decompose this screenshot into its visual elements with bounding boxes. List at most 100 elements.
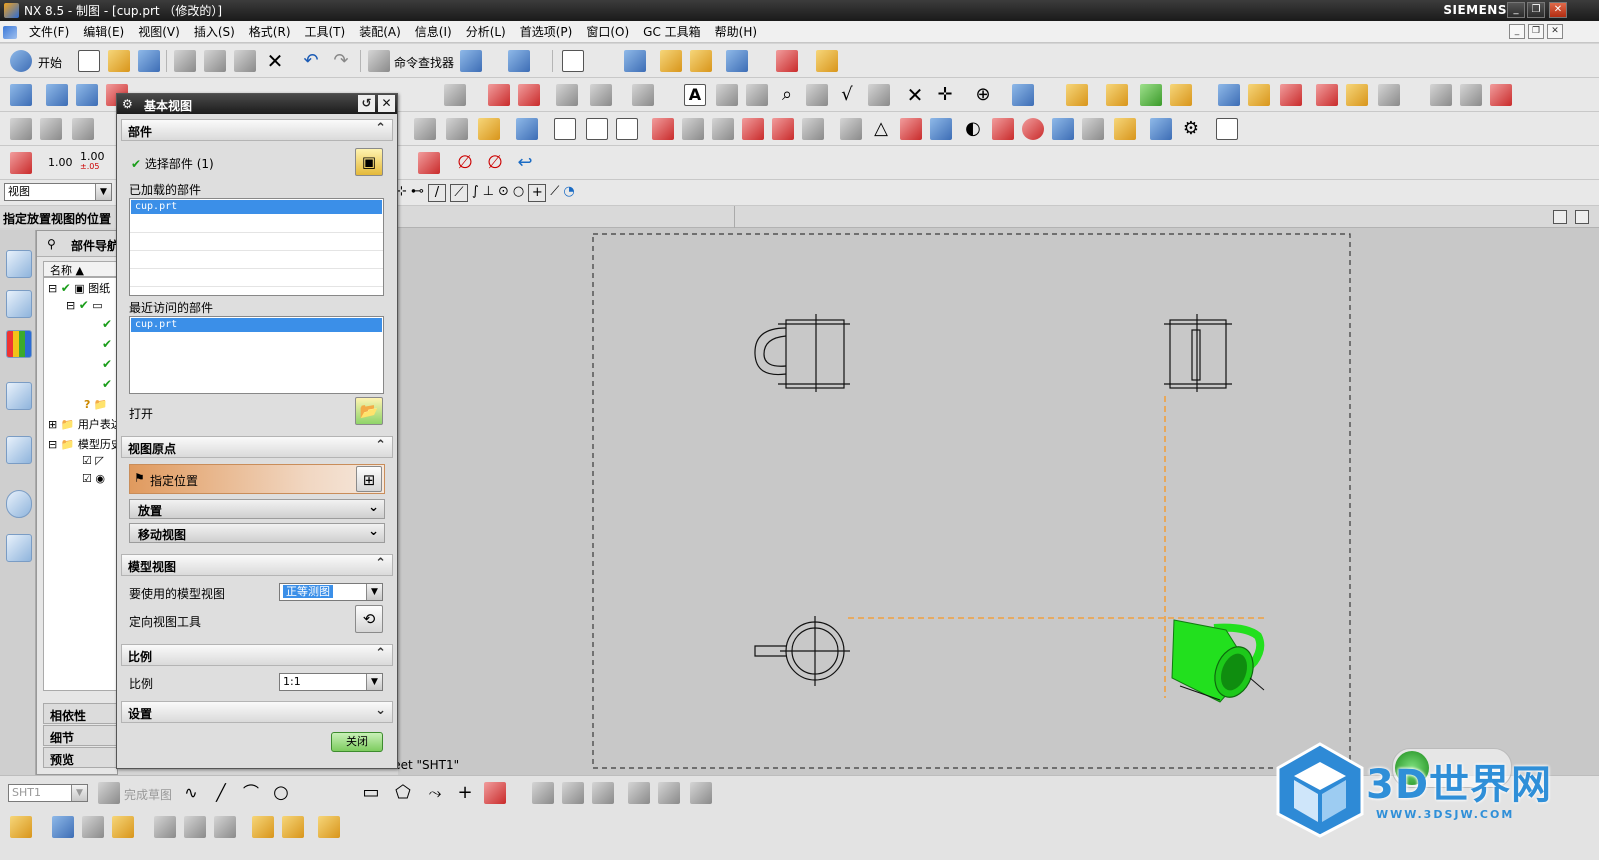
tree-node-drawing[interactable]: ⊟ ✔ ▣ 图纸	[48, 280, 110, 298]
solid-icon[interactable]	[1346, 84, 1368, 106]
offset-curve-icon[interactable]	[484, 782, 506, 804]
table-grid-icon[interactable]	[900, 118, 922, 140]
window-icon[interactable]	[460, 50, 482, 72]
sheet-select[interactable]: SHT1 ▼	[8, 784, 88, 802]
command-finder-label[interactable]: 命令查找器	[394, 54, 454, 71]
move-component-icon[interactable]	[154, 816, 176, 838]
snap-midpoint-icon[interactable]: ⊷	[411, 184, 424, 202]
scale-select[interactable]: 1:1 ▼	[279, 673, 383, 691]
text-style-icon[interactable]	[1218, 84, 1240, 106]
menu-item-3[interactable]: 插入(S)	[187, 24, 242, 40]
menu-item-8[interactable]: 分析(L)	[459, 24, 513, 40]
sequence-icon[interactable]	[214, 816, 236, 838]
name-column-header[interactable]: 名称 ▲	[43, 261, 117, 277]
component-icon[interactable]	[52, 816, 74, 838]
specify-location-row[interactable]: ⚑ 指定位置 ⊞	[129, 464, 385, 494]
break-view-icon[interactable]	[518, 84, 540, 106]
restore-button[interactable]: ❐	[1527, 2, 1545, 18]
copy-icon[interactable]	[204, 50, 226, 72]
section-view-icon[interactable]	[444, 84, 466, 106]
snap-intersection-icon[interactable]: +	[528, 184, 547, 202]
canvas-layout-icon[interactable]	[1553, 210, 1567, 224]
abc-icon[interactable]	[802, 118, 824, 140]
tree-node-view4[interactable]: ✔	[102, 378, 112, 396]
tolerance-icon[interactable]	[712, 118, 734, 140]
datum-icon[interactable]	[746, 84, 768, 106]
history-icon[interactable]	[6, 436, 32, 464]
check-mark-icon[interactable]: √	[836, 84, 858, 106]
axis-icon[interactable]	[840, 118, 862, 140]
ordinate-icon[interactable]	[414, 118, 436, 140]
recent-part-item[interactable]: cup.prt	[131, 318, 382, 332]
preview-panel[interactable]: 预览	[43, 747, 117, 768]
doc-close-button[interactable]: ✕	[1547, 24, 1563, 39]
binoculars-icon[interactable]	[368, 50, 390, 72]
layer-icon[interactable]	[624, 50, 646, 72]
refresh-icon[interactable]	[1022, 118, 1044, 140]
snap-pointer-icon[interactable]: ◔	[563, 184, 574, 202]
wave-icon[interactable]	[1216, 118, 1238, 140]
drafting-view-icon[interactable]	[46, 84, 68, 106]
menu-item-7[interactable]: 信息(I)	[408, 24, 459, 40]
section-part[interactable]: 部件 ⌃	[121, 119, 393, 141]
layers-icon[interactable]	[40, 118, 62, 140]
dependencies-panel[interactable]: 相依性	[43, 703, 117, 724]
tree-node-feature1[interactable]: ☑ ◸	[82, 454, 104, 472]
constraint-navigator-icon[interactable]	[6, 290, 32, 318]
pmi-icon[interactable]	[10, 152, 32, 174]
centerline-icon[interactable]	[632, 84, 654, 106]
dialog-close-icon[interactable]: ✕	[378, 95, 395, 112]
roles-icon[interactable]	[6, 534, 32, 562]
cross-icon[interactable]: ✕	[904, 84, 926, 106]
arc-length-icon[interactable]	[772, 118, 794, 140]
tree-node-view3[interactable]: ✔	[102, 358, 112, 376]
surface-finish-icon[interactable]	[868, 84, 890, 106]
fcf-icon[interactable]	[716, 84, 738, 106]
menu-item-0[interactable]: 文件(F)	[22, 24, 76, 40]
circle-icon[interactable]: ○	[270, 782, 292, 804]
snap-perp-icon[interactable]: ⊥	[483, 184, 494, 202]
snap-quadrant-icon[interactable]: ○	[513, 184, 524, 202]
close-button[interactable]: 关闭	[331, 732, 383, 752]
decimal-a[interactable]: 1.00	[48, 156, 73, 169]
select-part-label[interactable]: ✔ 选择部件 (1)	[131, 155, 214, 172]
delete-icon[interactable]: ✕	[264, 50, 286, 72]
tree-node-user-expressions[interactable]: ⊞ 📁 用户表达式	[48, 416, 116, 434]
loaded-part-item[interactable]: cup.prt	[131, 200, 382, 214]
tree-node-view1[interactable]: ✔	[102, 318, 112, 336]
target-icon[interactable]: ⊕	[972, 84, 994, 106]
pen-icon[interactable]	[1114, 118, 1136, 140]
return-icon[interactable]: ↩	[514, 152, 536, 174]
tree-node-feature2[interactable]: ☑ ◉	[82, 472, 105, 490]
ruler-icon[interactable]	[418, 152, 440, 174]
reference-set-icon[interactable]	[282, 816, 304, 838]
angular-dim-icon[interactable]	[516, 118, 538, 140]
tabular-note-icon[interactable]	[1430, 84, 1452, 106]
menu-item-9[interactable]: 首选项(P)	[513, 24, 580, 40]
assembly-navigator-icon[interactable]	[6, 250, 32, 278]
chain-dim-icon[interactable]	[478, 118, 500, 140]
reuse-library-icon[interactable]	[6, 330, 32, 358]
undo-icon[interactable]: ↶	[300, 50, 322, 72]
settings-style-icon[interactable]	[1248, 84, 1270, 106]
fit-view-icon[interactable]	[562, 50, 584, 72]
frame-icon[interactable]	[554, 118, 576, 140]
pin-icon[interactable]: ⚲	[47, 237, 56, 251]
base-view-icon[interactable]	[76, 84, 98, 106]
arc-icon[interactable]: ⌒	[240, 782, 262, 804]
zoom-icon[interactable]: ⌕	[776, 84, 798, 106]
stack-icon[interactable]	[72, 118, 94, 140]
label-icon[interactable]	[1052, 118, 1074, 140]
detail-view-icon[interactable]	[488, 84, 510, 106]
clock-icon[interactable]	[6, 490, 32, 518]
leader-icon[interactable]	[930, 118, 952, 140]
parts-list-icon[interactable]	[1280, 84, 1302, 106]
intersection-icon[interactable]: ✛	[934, 84, 956, 106]
dim-constraint-icon[interactable]	[658, 782, 680, 804]
origin-icon[interactable]	[1170, 84, 1192, 106]
gear-icon[interactable]: ⚙	[1180, 118, 1202, 140]
web-browser-icon[interactable]	[6, 382, 32, 410]
trim-icon[interactable]	[532, 782, 554, 804]
minimize-button[interactable]: _	[1507, 2, 1525, 18]
box-icon[interactable]	[1316, 84, 1338, 106]
